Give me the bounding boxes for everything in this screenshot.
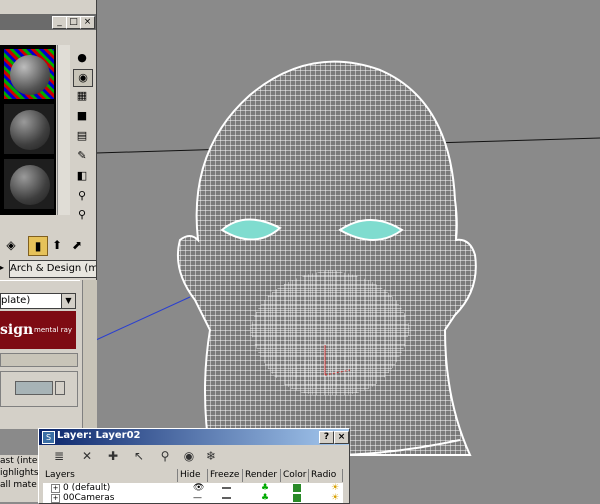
freeze-toggle[interactable] (222, 497, 231, 499)
layer-color-swatch[interactable] (293, 484, 301, 492)
go-to-parent-icon[interactable]: ⬆ (48, 236, 66, 254)
preset-list: ast (interp ighlights+ all mate (0, 455, 38, 502)
template-dropdown[interactable]: plate) ▼ (0, 293, 76, 309)
arch-design-banner: sign mental ray (0, 311, 76, 349)
material-toolbar: ◈ ▮ ⬆ ⬈ (0, 234, 96, 256)
banner-title: sign (0, 322, 34, 338)
app-icon: S (42, 431, 55, 444)
go-forward-icon[interactable]: ⬈ (68, 236, 86, 254)
table-row[interactable]: + 0 (default) 👁 ♣ ☀ (43, 483, 343, 493)
renderer-dropdown[interactable]: Arch & Design (mi) (9, 260, 97, 278)
radiosity-icon[interactable]: ☀ (331, 483, 339, 493)
sample-uv-icon[interactable]: ■ (73, 108, 91, 124)
layer-table-header: Layers Hide Freeze Render Color Radio (43, 469, 343, 482)
add-selected-icon[interactable]: ✚ (105, 448, 121, 464)
delete-layer-icon[interactable]: ✕ (79, 448, 95, 464)
column-header[interactable]: Layers (43, 469, 178, 482)
material-navigator-icon[interactable]: ⚲ (73, 207, 91, 223)
get-material-icon[interactable]: ◈ (2, 236, 20, 254)
list-item[interactable]: all mate (0, 479, 38, 491)
column-header[interactable]: Radio (309, 469, 343, 482)
maximize-button[interactable]: □ (66, 16, 81, 29)
highlight-layer-icon[interactable]: ⚲ (157, 448, 173, 464)
layer-dialog-titlebar[interactable]: S Layer: Layer02 ? × (39, 429, 349, 445)
new-layer-icon[interactable]: ≣ (51, 448, 67, 464)
map-button[interactable] (55, 381, 65, 395)
sample-slot[interactable] (4, 104, 54, 154)
color-group (0, 371, 78, 407)
video-color-icon[interactable]: ▤ (73, 128, 91, 144)
sample-slots (0, 45, 56, 215)
close-button[interactable]: × (80, 16, 95, 29)
dropdown-arrow-icon[interactable]: ▸ (0, 260, 8, 276)
material-parameters: plate) ▼ sign mental ray (0, 280, 80, 429)
template-value: plate) (1, 295, 31, 306)
column-header[interactable]: Hide (178, 469, 208, 482)
layer-table: + 0 (default) 👁 ♣ ☀ + 00Cameras — ♣ ☀ (43, 483, 343, 503)
banner-subtitle: mental ray (34, 326, 73, 334)
layer-dialog: S Layer: Layer02 ? × ≣ ✕ ✚ ↖ ⚲ ◉ ❄ Layer… (38, 428, 350, 504)
column-header[interactable]: Color (281, 469, 309, 482)
show-map-icon[interactable]: ▮ (28, 236, 48, 256)
layer-dialog-title: Layer: Layer02 (57, 430, 141, 441)
color-swatch[interactable] (15, 381, 53, 395)
rollout-header[interactable] (0, 353, 78, 367)
sample-type-icon[interactable]: ● (73, 50, 91, 66)
minimize-button[interactable]: _ (52, 16, 67, 29)
freeze-toggle[interactable] (222, 487, 231, 489)
column-header[interactable]: Freeze (208, 469, 243, 482)
slots-scrollbar[interactable] (57, 45, 70, 215)
sphere-icon (10, 55, 50, 95)
visibility-icon[interactable]: 👁 (193, 483, 204, 493)
layer-toolbar: ≣ ✕ ✚ ↖ ⚲ ◉ ❄ (39, 446, 349, 466)
sample-slot[interactable] (4, 159, 54, 209)
sphere-icon (10, 165, 50, 205)
sample-slot[interactable] (4, 49, 54, 99)
close-button[interactable]: × (334, 431, 349, 444)
layer-name: 0 (default) (63, 483, 111, 493)
options-icon[interactable]: ◧ (73, 168, 91, 184)
render-teapot-icon[interactable]: ♣ (261, 483, 269, 493)
backlight-icon[interactable]: ◉ (73, 69, 93, 87)
freeze-all-icon[interactable]: ❄ (203, 448, 219, 464)
material-editor-titlebar[interactable]: _ □ × (0, 14, 96, 30)
column-header[interactable]: Render (243, 469, 281, 482)
chevron-down-icon: ▼ (61, 294, 75, 308)
layer-color-swatch[interactable] (293, 494, 301, 502)
help-button[interactable]: ? (319, 431, 334, 444)
make-preview-icon[interactable]: ✎ (73, 148, 91, 164)
expand-icon[interactable]: + (51, 484, 60, 493)
material-editor: _ □ × ● ◉ ▦ ■ ▤ ✎ ◧ ⚲ ⚲ ◈ ▮ ⬆ ⬈ ▸ Arch &… (0, 0, 97, 429)
panel-scrollbar[interactable] (82, 280, 97, 428)
sphere-icon (10, 110, 50, 150)
background-checker-icon[interactable]: ▦ (73, 88, 91, 104)
select-by-material-icon[interactable]: ⚲ (73, 188, 91, 204)
list-item[interactable]: ast (interp (0, 455, 38, 467)
hide-all-icon[interactable]: ◉ (181, 448, 197, 464)
select-objects-icon[interactable]: ↖ (131, 448, 147, 464)
list-item[interactable]: ighlights+ (0, 467, 38, 479)
